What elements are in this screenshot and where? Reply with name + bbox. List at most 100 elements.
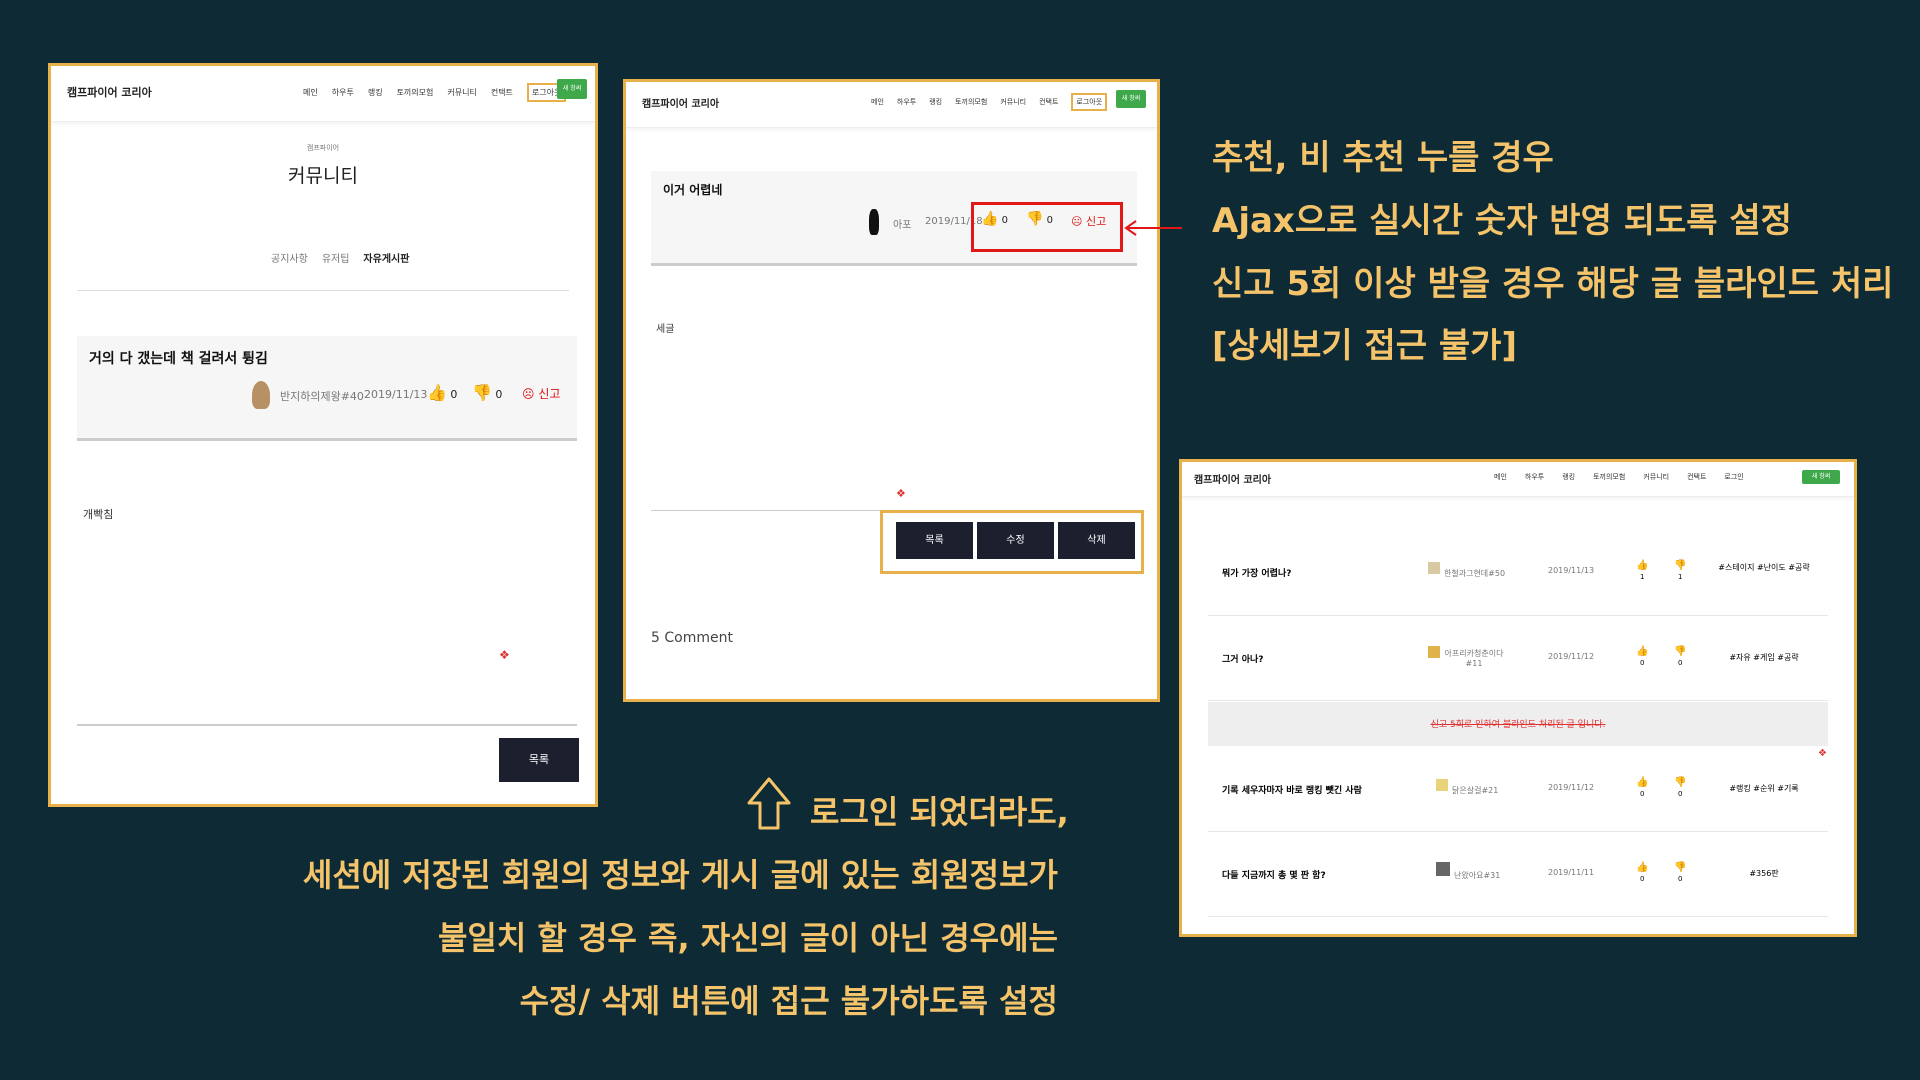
- like-count: 0: [450, 388, 458, 401]
- post-tags: #스테이지 #난이도 #공략: [1718, 563, 1810, 572]
- post-title[interactable]: 뭐가 가장 어렵나?: [1222, 566, 1291, 579]
- nav-ranking[interactable]: 랭킹: [368, 87, 383, 98]
- angry-face-icon: ☹: [522, 387, 535, 401]
- post-tags: #랭킹 #순위 #기록: [1729, 784, 1799, 793]
- write-button[interactable]: 새 창써: [1802, 470, 1840, 484]
- post-body: 개빡침: [83, 508, 114, 521]
- avatar: [869, 209, 879, 235]
- tab-notice[interactable]: 공지사항: [271, 250, 308, 265]
- thumbs-up-icon[interactable]: 👍: [981, 211, 998, 227]
- post-title[interactable]: 그거 아나?: [1222, 652, 1263, 665]
- dislike-count: 0: [1678, 659, 1683, 667]
- screenshot-post-detail: 캠프파이어 코리아 메인 하우투 랭킹 토끼의모험 커뮤니티 컨택트 로그아웃 …: [623, 79, 1160, 702]
- post-date: 2019/11/11: [1548, 868, 1595, 877]
- post-title[interactable]: 다들 지금까지 총 몇 판 함?: [1222, 868, 1326, 881]
- dislike-control[interactable]: 👎 0: [472, 383, 502, 402]
- nav-howto[interactable]: 하우투: [332, 87, 354, 98]
- nav-login[interactable]: 로그인: [1724, 472, 1743, 482]
- nav-main[interactable]: 메인: [303, 87, 318, 98]
- author-name: 한철과그현데#50: [1444, 569, 1506, 578]
- thumbs-down-icon[interactable]: 👎: [1674, 862, 1686, 873]
- thumbs-up-icon[interactable]: 👍: [427, 383, 447, 402]
- table-row[interactable]: 다들 지금까지 총 몇 판 함? 난왔아요#31 2019/11/11 👍 0 …: [1208, 832, 1828, 917]
- thumbs-up-icon[interactable]: 👍: [1636, 777, 1648, 788]
- thumbs-down-icon[interactable]: 👎: [1026, 211, 1043, 227]
- write-button[interactable]: 새 창써: [557, 79, 587, 99]
- nav-contact[interactable]: 컨택트: [1039, 97, 1058, 107]
- post-title[interactable]: 기록 세우자마자 바로 랭킹 뺏긴 사람: [1222, 783, 1362, 796]
- navbar: 캠프파이어 코리아 메인 하우투 랭킹 토끼의모험 커뮤니티 컨택트 로그아웃 …: [626, 82, 1157, 128]
- comment-count: 5 Comment: [651, 630, 733, 646]
- like-count: 0: [1640, 875, 1645, 883]
- blinded-message: 신고 5회로 인하여 블라인드 처리된 글 입니다.: [1430, 720, 1606, 730]
- nav-community[interactable]: 커뮤니티: [447, 87, 476, 98]
- post-body: 세글: [656, 324, 675, 335]
- nav-adventure[interactable]: 토끼의모험: [397, 87, 434, 98]
- nav-community[interactable]: 커뮤니티: [1000, 97, 1026, 107]
- table-row[interactable]: 그거 아나? 아프리카청춘이다 #11 2019/11/12 👍 0 👎 0 #…: [1208, 616, 1828, 701]
- nav-main[interactable]: 메인: [871, 97, 884, 107]
- annotation-bottom-3: 불일치 할 경우 즉, 자신의 글이 아닌 경우에는: [437, 919, 1058, 957]
- edit-button[interactable]: 수정: [977, 522, 1054, 559]
- navbar: 캠프파이어 코리아 메인 하우투 랭킹 토끼의모험 커뮤니티 컨택트 로그아웃 …: [51, 66, 595, 122]
- list-button[interactable]: 목록: [499, 738, 579, 782]
- nav-main[interactable]: 메인: [1494, 472, 1507, 482]
- list-button[interactable]: 목록: [896, 522, 973, 559]
- nav-ranking[interactable]: 랭킹: [1562, 472, 1575, 482]
- thumbs-up-icon[interactable]: 👍: [1636, 862, 1648, 873]
- nav-howto[interactable]: 하우투: [1525, 472, 1544, 482]
- post-date: 2019/11/12: [1548, 652, 1595, 661]
- avatar: [252, 381, 270, 409]
- divider: [77, 724, 577, 726]
- tab-usertips[interactable]: 유저팁: [322, 250, 350, 265]
- delete-button[interactable]: 삭제: [1058, 522, 1135, 559]
- avatar: [1436, 779, 1448, 791]
- thumbs-down-icon[interactable]: 👎: [1674, 646, 1686, 657]
- report-control[interactable]: ☹ 신고: [522, 385, 560, 402]
- post-date: 2019/11/13: [1548, 566, 1595, 575]
- report-control[interactable]: ☹ 신고: [1071, 213, 1106, 229]
- thumbs-down-icon[interactable]: 👎: [1674, 560, 1686, 571]
- annotation-right-1: 추천, 비 추천 누를 경우: [1212, 138, 1554, 178]
- nav-contact[interactable]: 컨택트: [1687, 472, 1706, 482]
- brand-logo[interactable]: 캠프파이어 코리아: [642, 95, 719, 110]
- thumbs-up-icon[interactable]: 👍: [1636, 560, 1648, 571]
- author-name: 반지하의제왕#40: [280, 390, 364, 403]
- nav-ranking[interactable]: 랭킹: [929, 97, 942, 107]
- post-title: 이거 어렵네: [663, 183, 723, 197]
- like-control[interactable]: 👍 0: [427, 383, 457, 402]
- thumbs-down-icon[interactable]: 👎: [1674, 777, 1686, 788]
- nav-howto[interactable]: 하우투: [897, 97, 916, 107]
- table-row[interactable]: 기록 세우자마자 바로 랭킹 뺏긴 사람 닭은살걸#21 2019/11/12 …: [1208, 747, 1828, 832]
- nav-adventure[interactable]: 토끼의모험: [955, 97, 987, 107]
- nav-adventure[interactable]: 토끼의모험: [1593, 472, 1625, 482]
- report-label: 신고: [1085, 215, 1107, 228]
- tab-freeboard[interactable]: 자유게시판: [363, 250, 409, 265]
- brand-logo[interactable]: 캠프파이어 코리아: [1194, 471, 1271, 486]
- dislike-count: 0: [495, 388, 503, 401]
- nav-community[interactable]: 커뮤니티: [1643, 472, 1669, 482]
- dislike-control[interactable]: 👎 0: [1026, 211, 1053, 227]
- write-button[interactable]: 새 창써: [1116, 90, 1146, 108]
- annotation-right-3: 신고 5회 이상 받을 경우 해당 글 블라인드 처리: [1212, 264, 1894, 304]
- cursor-icon: ❖: [499, 648, 510, 662]
- nav-logout[interactable]: 로그아웃: [1071, 93, 1108, 111]
- post-tags: #자유 #게임 #공략: [1729, 653, 1799, 662]
- annotation-bottom-1: 로그인 되었더라도,: [810, 793, 1069, 831]
- page-title: 커뮤니티: [288, 165, 358, 187]
- divider: [77, 290, 569, 291]
- avatar: [1428, 562, 1440, 574]
- blinded-row: 신고 5회로 인하여 블라인드 처리된 글 입니다.: [1208, 702, 1828, 746]
- annotation-right-2: Ajax으로 실시간 숫자 반영 되도록 설정: [1212, 201, 1792, 241]
- nav-contact[interactable]: 컨택트: [491, 87, 513, 98]
- thumbs-down-icon[interactable]: 👎: [472, 383, 492, 402]
- brand-logo[interactable]: 캠프파이어 코리아: [67, 84, 152, 100]
- table-row[interactable]: 뭐가 가장 어렵나? 한철과그현데#50 2019/11/13 👍 1 👎 1 …: [1208, 530, 1828, 616]
- thumbs-up-icon[interactable]: 👍: [1636, 646, 1648, 657]
- post-title: 거의 다 갰는데 책 걸려서 튕김: [89, 351, 268, 367]
- like-count: 0: [1001, 215, 1008, 226]
- like-control[interactable]: 👍 0: [981, 211, 1008, 227]
- screenshot-post-list: 캠프파이어 코리아 메인 하우투 랭킹 토끼의모험 커뮤니티 컨택트 로그인 새…: [1179, 459, 1857, 937]
- page-subheader: 캠프파이어: [306, 144, 340, 152]
- angry-face-icon: ☹: [1071, 215, 1083, 228]
